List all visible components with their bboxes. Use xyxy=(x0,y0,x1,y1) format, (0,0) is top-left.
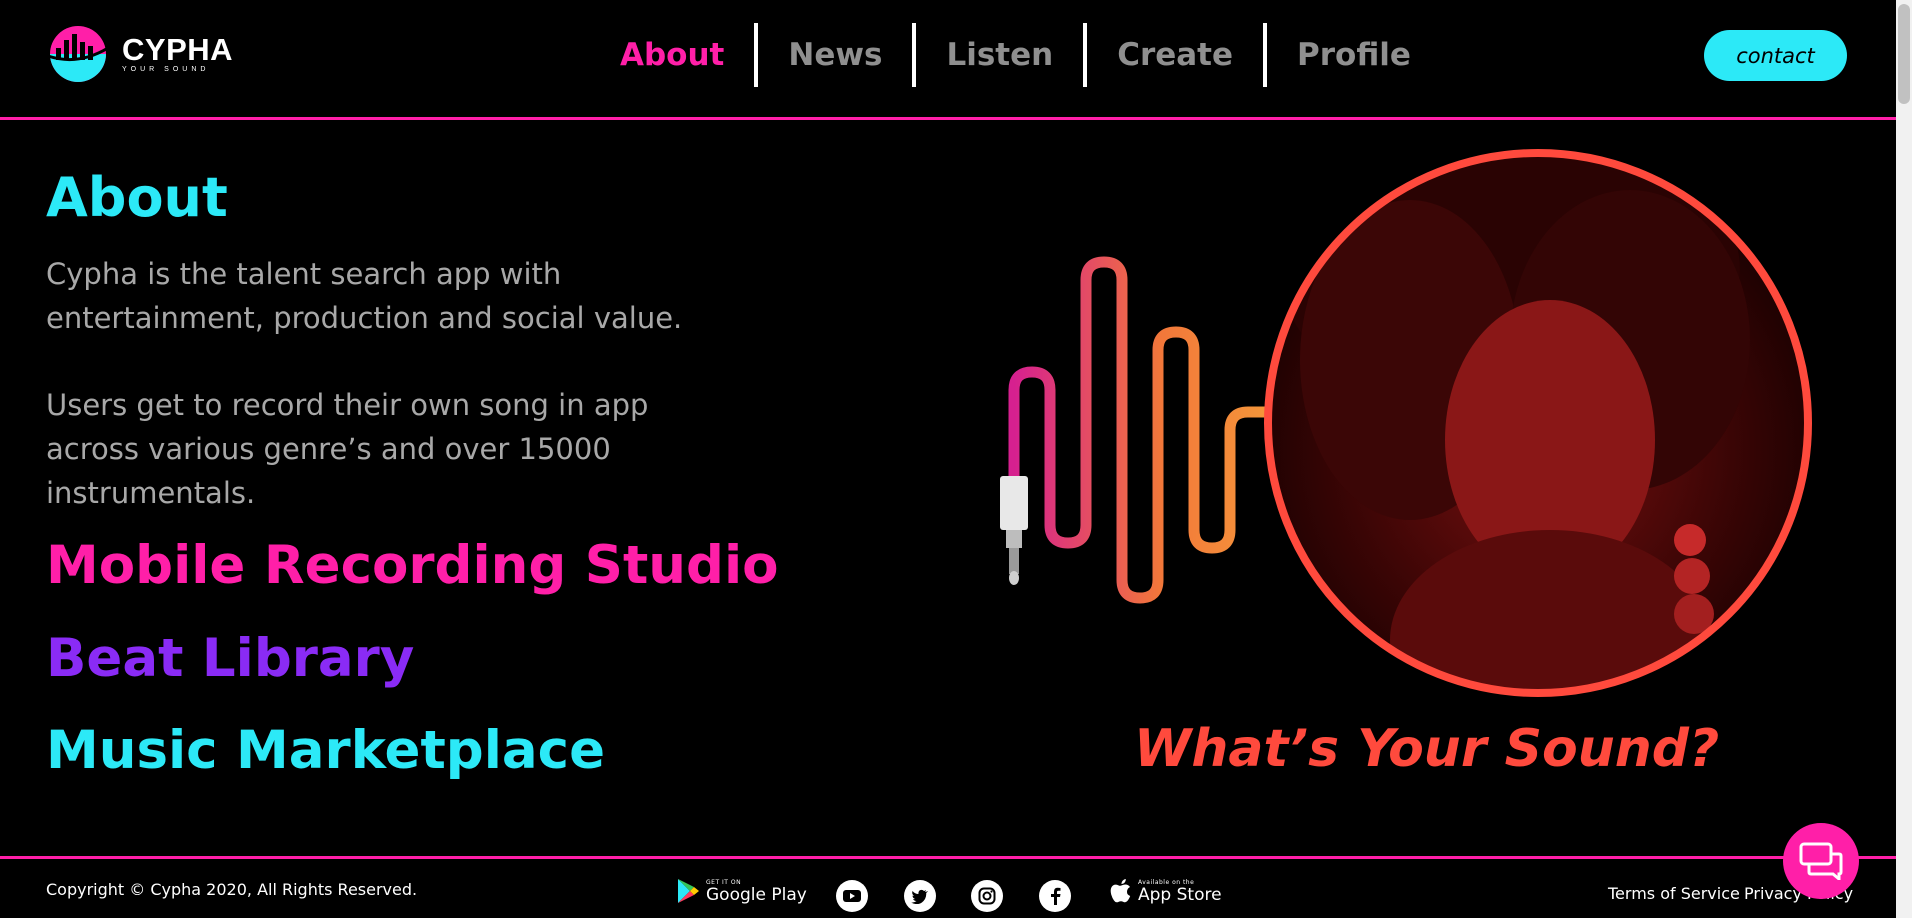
footer-divider xyxy=(0,856,1896,859)
nav-news[interactable]: News xyxy=(758,22,912,88)
google-play-badge[interactable]: GET IT ON Google Play xyxy=(676,878,807,904)
google-play-label: Google Play xyxy=(706,884,807,905)
chat-icon xyxy=(1799,842,1843,880)
hero-tagline: What’s Your Sound? xyxy=(1134,719,1720,779)
feature-beat-library[interactable]: Beat Library xyxy=(46,625,414,693)
google-play-icon xyxy=(678,879,699,903)
facebook-icon[interactable] xyxy=(1039,880,1071,912)
brand-logo[interactable]: CYPHA YOUR SOUND xyxy=(46,26,233,82)
twitter-icon[interactable] xyxy=(904,880,936,912)
about-paragraph-2: Users get to record their own song in ap… xyxy=(46,388,649,510)
instagram-icon[interactable] xyxy=(971,880,1003,912)
contact-button[interactable]: contact xyxy=(1704,30,1847,81)
main-nav: About News Listen Create Profile xyxy=(590,22,1441,88)
apple-icon xyxy=(1110,879,1131,903)
about-paragraph-1: Cypha is the talent search app with ente… xyxy=(46,257,683,335)
page-scrollbar[interactable] xyxy=(1896,0,1912,918)
jack-plug-icon xyxy=(1000,476,1028,530)
audio-cable xyxy=(1008,256,1286,604)
feature-mobile-recording-studio[interactable]: Mobile Recording Studio xyxy=(46,532,779,600)
page-title: About xyxy=(46,166,228,229)
nav-profile[interactable]: Profile xyxy=(1267,22,1441,88)
feature-music-marketplace[interactable]: Music Marketplace xyxy=(46,717,605,785)
chat-button[interactable] xyxy=(1783,823,1859,899)
youtube-icon[interactable] xyxy=(836,880,868,912)
logo-mark-icon xyxy=(47,26,109,82)
terms-link[interactable]: Terms of Service xyxy=(1608,884,1740,903)
hero-graphic xyxy=(1000,149,1812,697)
site-header: CYPHA YOUR SOUND About News Listen Creat… xyxy=(0,0,1896,120)
copyright-text: Copyright © Cypha 2020, All Rights Reser… xyxy=(46,880,418,899)
nav-create[interactable]: Create xyxy=(1087,22,1263,88)
app-store-badge[interactable]: Available on the App Store xyxy=(1110,878,1222,904)
nav-about[interactable]: About xyxy=(590,22,754,88)
brand-name: CYPHA xyxy=(122,31,234,67)
scrollbar-thumb[interactable] xyxy=(1898,4,1910,104)
app-store-label: App Store xyxy=(1138,884,1222,905)
logo-text: CYPHA YOUR SOUND xyxy=(122,31,234,74)
nav-listen[interactable]: Listen xyxy=(916,22,1083,88)
